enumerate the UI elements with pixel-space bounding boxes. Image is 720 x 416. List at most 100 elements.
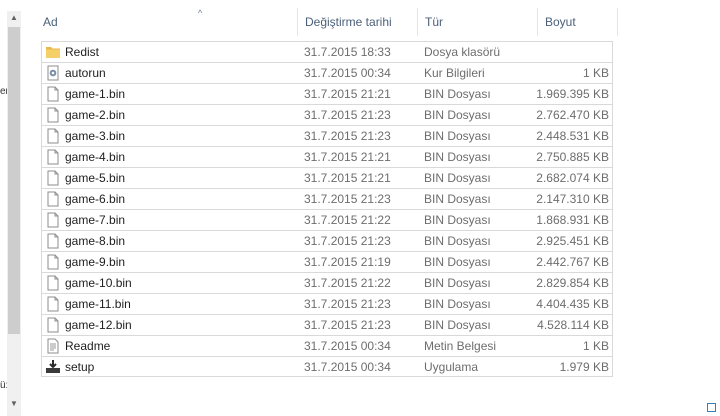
file-row[interactable]: game-3.bin 31.7.2015 21:23 BIN Dosyası 2.44…	[41, 125, 613, 146]
file-icon	[45, 170, 61, 186]
file-size: 4.404.435 KB	[536, 297, 609, 311]
file-modified-date: 31.7.2015 21:23	[304, 318, 391, 332]
file-row[interactable]: autorun 31.7.2015 00:34 Kur Bilgileri 1 KB	[41, 62, 613, 83]
file-row[interactable]: setup 31.7.2015 00:34 Uygulama 1.979 KB	[41, 356, 613, 377]
file-type: Kur Bilgileri	[424, 66, 485, 80]
file-type: Uygulama	[424, 360, 479, 374]
file-size: 1.969.395 KB	[536, 87, 609, 101]
column-header-size[interactable]: Boyut	[538, 8, 618, 36]
file-name: game-3.bin	[65, 129, 126, 143]
file-type: BIN Dosyası	[424, 213, 491, 227]
file-row[interactable]: game-12.bin 31.7.2015 21:23 BIN Dosyası 4.5…	[41, 314, 613, 335]
column-header-date-label: Değiştirme tarihi	[305, 15, 392, 29]
file-size: 2.682.074 KB	[536, 171, 609, 185]
file-name: setup	[65, 360, 95, 374]
file-size: 2.750.885 KB	[536, 150, 609, 164]
file-size: 4.528.114 KB	[537, 318, 609, 332]
file-type: Metin Belgesi	[424, 339, 497, 353]
file-modified-date: 31.7.2015 00:34	[304, 339, 391, 353]
file-modified-date: 31.7.2015 21:23	[304, 108, 391, 122]
file-size: 2.442.767 KB	[536, 255, 609, 269]
scroll-down-icon[interactable]: ▼	[7, 397, 21, 411]
file-size: 1 KB	[582, 66, 609, 80]
file-name: game-1.bin	[65, 87, 126, 101]
file-modified-date: 31.7.2015 21:23	[304, 297, 391, 311]
file-size: 2.762.470 KB	[536, 108, 609, 122]
file-row[interactable]: game-6.bin 31.7.2015 21:23 BIN Dosyası 2.14…	[41, 188, 613, 209]
file-modified-date: 31.7.2015 21:23	[304, 234, 391, 248]
file-name: game-2.bin	[65, 108, 126, 122]
resize-grip-icon[interactable]	[707, 403, 716, 412]
file-list: Redist 31.7.2015 18:33 Dosya klasörü autoru…	[41, 41, 613, 377]
column-header-type-label: Tür	[425, 15, 443, 29]
navigation-pane-edge: er ü:	[0, 0, 9, 416]
file-name: game-4.bin	[65, 150, 126, 164]
scroll-up-icon[interactable]: ▲	[7, 11, 21, 25]
file-modified-date: 31.7.2015 00:34	[304, 66, 391, 80]
settings-file-icon	[45, 65, 61, 81]
file-icon	[45, 149, 61, 165]
folder-icon	[45, 44, 61, 60]
file-modified-date: 31.7.2015 21:22	[304, 276, 391, 290]
file-name: game-6.bin	[65, 192, 126, 206]
column-header-size-label: Boyut	[545, 15, 576, 29]
text-document-icon	[45, 338, 61, 354]
file-name: game-12.bin	[65, 318, 132, 332]
file-icon	[45, 233, 61, 249]
file-row[interactable]: game-11.bin 31.7.2015 21:23 BIN Dosyası 4.4…	[41, 293, 613, 314]
navigation-pane-scrollbar[interactable]: ▲ ▼	[7, 11, 21, 416]
file-modified-date: 31.7.2015 18:33	[304, 45, 391, 59]
file-row[interactable]: game-5.bin 31.7.2015 21:21 BIN Dosyası 2.68…	[41, 167, 613, 188]
sort-ascending-icon: ^	[198, 8, 203, 18]
file-modified-date: 31.7.2015 21:23	[304, 129, 391, 143]
column-header-name[interactable]: Ad	[36, 8, 298, 36]
file-modified-date: 31.7.2015 00:34	[304, 360, 391, 374]
file-type: BIN Dosyası	[424, 150, 491, 164]
file-row[interactable]: game-9.bin 31.7.2015 21:19 BIN Dosyası 2.44…	[41, 251, 613, 272]
file-size: 2.448.531 KB	[536, 129, 609, 143]
file-icon	[45, 191, 61, 207]
file-row[interactable]: Redist 31.7.2015 18:33 Dosya klasörü	[41, 41, 613, 62]
column-header-row: Ad ^ Değiştirme tarihi Tür Boyut	[36, 8, 618, 36]
file-type: BIN Dosyası	[424, 255, 491, 269]
file-icon	[45, 317, 61, 333]
file-name: Readme	[65, 339, 111, 353]
file-name: game-9.bin	[65, 255, 126, 269]
file-icon	[45, 275, 61, 291]
file-type: BIN Dosyası	[424, 318, 491, 332]
file-modified-date: 31.7.2015 21:22	[304, 213, 391, 227]
file-type: BIN Dosyası	[424, 276, 491, 290]
file-row[interactable]: game-1.bin 31.7.2015 21:21 BIN Dosyası 1.96…	[41, 83, 613, 104]
file-row[interactable]: game-10.bin 31.7.2015 21:22 BIN Dosyası 2.8…	[41, 272, 613, 293]
file-modified-date: 31.7.2015 21:21	[304, 171, 391, 185]
file-type: BIN Dosyası	[424, 297, 491, 311]
file-row[interactable]: game-7.bin 31.7.2015 21:22 BIN Dosyası 1.86…	[41, 209, 613, 230]
file-size: 2.829.854 KB	[536, 276, 609, 290]
file-modified-date: 31.7.2015 21:23	[304, 192, 391, 206]
column-header-date[interactable]: Değiştirme tarihi	[298, 8, 418, 36]
file-size: 1.979 KB	[559, 360, 609, 374]
file-name: game-11.bin	[65, 297, 131, 311]
file-type: BIN Dosyası	[424, 108, 491, 122]
file-name: game-7.bin	[65, 213, 126, 227]
file-row[interactable]: game-8.bin 31.7.2015 21:23 BIN Dosyası 2.92…	[41, 230, 613, 251]
scrollbar-thumb[interactable]	[8, 27, 20, 334]
file-name: game-5.bin	[65, 171, 126, 185]
file-modified-date: 31.7.2015 21:21	[304, 150, 391, 164]
file-modified-date: 31.7.2015 21:21	[304, 87, 391, 101]
file-row[interactable]: game-4.bin 31.7.2015 21:21 BIN Dosyası 2.75…	[41, 146, 613, 167]
file-row[interactable]: game-2.bin 31.7.2015 21:23 BIN Dosyası 2.76…	[41, 104, 613, 125]
file-name: autorun	[65, 66, 106, 80]
file-size: 1 KB	[582, 339, 609, 353]
file-row[interactable]: Readme 31.7.2015 00:34 Metin Belgesi 1 KB	[41, 335, 613, 356]
file-type: BIN Dosyası	[424, 129, 491, 143]
column-header-type[interactable]: Tür	[418, 8, 538, 36]
file-type: BIN Dosyası	[424, 171, 491, 185]
column-header-name-label: Ad	[43, 15, 58, 29]
file-type: Dosya klasörü	[424, 45, 501, 59]
file-size: 1.868.931 KB	[536, 213, 609, 227]
file-icon	[45, 107, 61, 123]
file-name: Redist	[65, 45, 100, 59]
file-size: 2.925.451 KB	[536, 234, 609, 248]
file-type: BIN Dosyası	[424, 87, 491, 101]
